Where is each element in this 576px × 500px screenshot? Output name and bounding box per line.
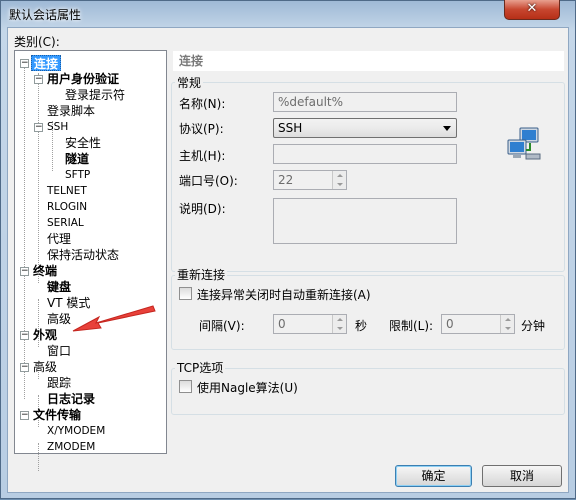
title-bar[interactable]: 默认会话属性 ✕ [1,0,575,27]
window-title: 默认会话属性 [9,8,82,22]
port-spinner[interactable] [332,171,346,189]
limit-label: 限制(L): [389,319,434,333]
tree-item-keepalive[interactable]: 保持活动状态 [47,247,119,263]
cancel-button[interactable]: 取消 [482,465,562,487]
ok-button[interactable]: 确定 [395,465,472,487]
tree-item-ssh[interactable]: SSH [47,119,68,135]
tree-item-vt-mode[interactable]: VT 模式 [47,295,90,311]
interval-label: 间隔(V): [199,319,245,333]
spin-up-icon[interactable] [333,171,346,180]
tree-item-connection[interactable]: 连接 [31,55,62,71]
tree-item-tunnel[interactable]: 隧道 [65,151,89,167]
limit-unit: 分钟 [521,319,546,333]
port-label: 端口号(O): [179,174,238,188]
spin-down-icon[interactable] [501,324,514,333]
tree-toggle-terminal[interactable]: − [20,267,29,276]
spin-up-icon[interactable] [333,315,346,324]
name-field[interactable]: %default% [273,92,457,112]
description-label: 说明(D): [179,202,226,216]
limit-value: 0 [446,317,454,331]
tree-item-appearance[interactable]: 外观 [33,327,57,343]
tree-item-login-script[interactable]: 登录脚本 [47,103,95,119]
dialog-window: 默认会话属性 ✕ 类别(C): − 连接 − 用户身份验证 登录提示符 登录脚本… [0,0,576,499]
tree-item-rlogin[interactable]: RLOGIN [47,199,87,215]
port-field[interactable]: 22 [273,170,347,190]
tree-item-login-prompt[interactable]: 登录提示符 [65,87,125,103]
limit-spinner[interactable] [500,315,514,333]
tree-toggle-ssh[interactable]: − [34,123,43,132]
tree-toggle-advanced[interactable]: − [20,363,29,372]
host-label: 主机(H): [179,149,226,163]
tree-item-serial[interactable]: SERIAL [47,215,84,231]
tree-item-sftp[interactable]: SFTP [65,167,90,183]
port-value: 22 [278,173,294,187]
tree-toggle-appearance[interactable]: − [20,331,29,340]
tree-item-telnet[interactable]: TELNET [47,183,87,199]
interval-field[interactable]: 0 [273,314,347,334]
spin-down-icon[interactable] [333,324,346,333]
auto-reconnect-checkbox[interactable] [179,287,192,300]
tree-item-user-auth[interactable]: 用户身份验证 [47,71,119,87]
tree-item-zmodem[interactable]: ZMODEM [47,439,95,455]
auto-reconnect-label: 连接异常关闭时自动重新连接(A) [197,288,371,302]
nagle-checkbox[interactable] [179,380,192,393]
tree-item-logging[interactable]: 日志记录 [47,391,95,407]
category-label: 类别(C): [14,35,60,49]
tree-item-window[interactable]: 窗口 [47,343,71,359]
protocol-value: SSH [278,121,303,135]
general-group-title: 常规 [175,74,204,91]
tree-item-terminal-advanced[interactable]: 高级 [47,311,71,327]
protocol-label: 协议(P): [179,122,224,136]
dialog-client: 类别(C): − 连接 − 用户身份验证 登录提示符 登录脚本 − SSH 安全… [7,27,569,493]
category-tree[interactable]: − 连接 − 用户身份验证 登录提示符 登录脚本 − SSH 安全性 隧道 SF… [14,50,167,471]
interval-spinner[interactable] [332,315,346,333]
tree-item-advanced[interactable]: 高级 [33,359,57,375]
protocol-select[interactable]: SSH [273,118,457,138]
network-computers-icon [507,127,541,160]
tree-item-terminal[interactable]: 终端 [33,263,57,279]
spin-up-icon[interactable] [501,315,514,324]
nagle-label: 使用Nagle算法(U) [197,381,298,395]
limit-field[interactable]: 0 [441,314,515,334]
tree-item-trace[interactable]: 跟踪 [47,375,71,391]
tree-item-xymodem[interactable]: X/YMODEM [47,423,105,439]
spin-down-icon[interactable] [333,180,346,189]
description-field[interactable] [273,198,457,244]
tree-item-proxy[interactable]: 代理 [47,231,71,247]
host-field[interactable] [273,144,457,164]
tcp-group-title: TCP选项 [175,359,226,376]
chevron-down-icon [443,126,451,131]
tree-toggle-auth[interactable]: − [34,75,43,84]
tree-item-security[interactable]: 安全性 [65,135,101,151]
tree-item-file-transfer[interactable]: 文件传输 [33,407,81,423]
tree-toggle-connection[interactable]: − [20,59,29,68]
reconnect-group-title: 重新连接 [175,266,228,283]
name-label: 名称(N): [179,97,226,111]
interval-unit: 秒 [355,319,368,333]
tree-toggle-file-transfer[interactable]: − [20,411,29,420]
tree-item-keyboard[interactable]: 键盘 [47,279,71,295]
section-title: 连接 [173,51,564,71]
interval-value: 0 [278,317,286,331]
close-button[interactable]: ✕ [504,0,560,20]
